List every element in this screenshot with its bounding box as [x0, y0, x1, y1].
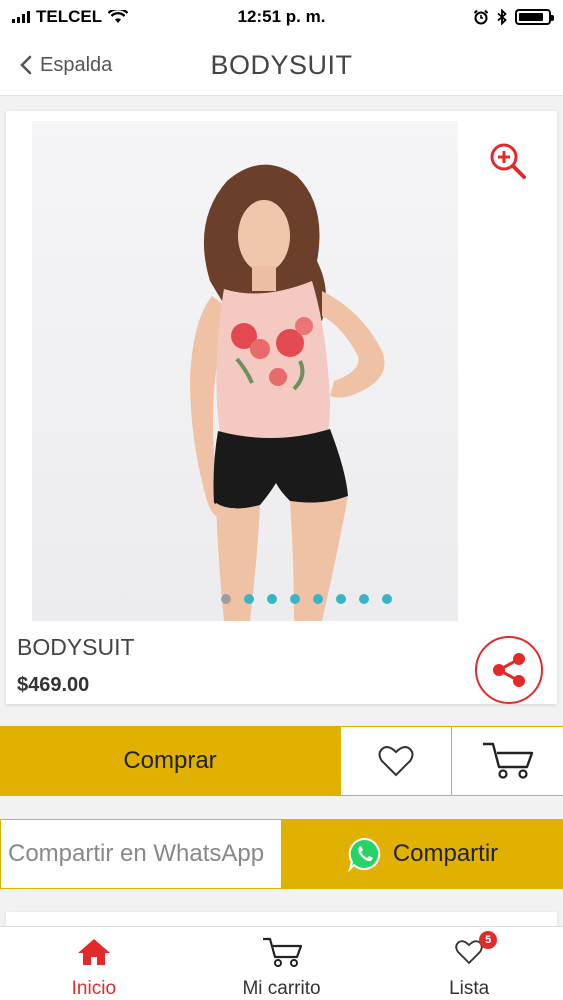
whatsapp-share-button[interactable]: Compartir	[282, 819, 563, 889]
tab-label-lista: Lista	[449, 978, 490, 999]
tab-mi-carrito[interactable]: Mi carrito	[188, 927, 376, 1000]
product-name: BODYSUIT	[17, 634, 135, 660]
product-photo-illustration	[190, 164, 385, 621]
product-price: $469.00	[17, 674, 90, 696]
pagination-dot[interactable]	[336, 594, 346, 604]
pagination-dot[interactable]	[267, 594, 277, 604]
whatsapp-share-field[interactable]: Compartir en WhatsApp	[0, 819, 282, 889]
pagination-dot[interactable]	[382, 594, 392, 604]
back-label: Espalda	[40, 53, 113, 76]
share-button[interactable]	[475, 636, 543, 704]
bottom-tab-bar: Inicio Mi carrito 5 Lista	[0, 926, 563, 1000]
buy-actions: Comprar	[0, 726, 563, 796]
pagination-dot[interactable]	[221, 594, 231, 604]
battery-icon	[515, 9, 554, 25]
whatsapp-share-row: Compartir en WhatsApp Compartir	[0, 819, 563, 889]
add-to-cart-button[interactable]	[451, 727, 563, 795]
cart-icon	[482, 742, 533, 779]
whatsapp-icon	[347, 837, 380, 872]
alarm-icon	[473, 9, 489, 25]
pagination-dot[interactable]	[244, 594, 254, 604]
heart-icon: 5	[455, 931, 498, 968]
nav-bar: BODYSUIT Espalda	[0, 34, 563, 96]
home-icon	[76, 935, 112, 968]
whatsapp-share-label: Compartir	[392, 840, 499, 867]
tab-inicio[interactable]: Inicio	[0, 927, 188, 1000]
pagination-dot[interactable]	[359, 594, 369, 604]
pagination-dot[interactable]	[313, 594, 323, 604]
product-image[interactable]	[32, 121, 458, 621]
tab-label-mi-carrito: Mi carrito	[242, 978, 321, 999]
zoom-in-icon[interactable]	[488, 141, 528, 181]
image-pagination	[6, 594, 557, 604]
wifi-icon	[108, 10, 129, 23]
product-card: BODYSUIT $469.00	[6, 111, 557, 704]
heart-outline-icon	[378, 746, 414, 777]
favorite-button[interactable]	[340, 727, 451, 795]
status-bar: TELCEL 12:51 p. m.	[0, 0, 563, 34]
bluetooth-icon	[497, 9, 507, 25]
signal-icon	[12, 11, 30, 23]
chevron-left-icon	[20, 55, 32, 75]
wishlist-count-badge: 5	[479, 931, 498, 949]
share-icon	[493, 653, 525, 687]
status-left: TELCEL	[12, 7, 129, 27]
buy-button[interactable]: Comprar	[0, 727, 340, 795]
tab-label-inicio: Inicio	[71, 978, 117, 999]
cart-icon	[261, 935, 303, 968]
status-right	[473, 9, 554, 25]
back-button[interactable]: Espalda	[20, 34, 112, 96]
tab-lista[interactable]: 5 Lista	[375, 927, 563, 1000]
pagination-dot[interactable]	[290, 594, 300, 604]
battery-level	[519, 13, 543, 21]
carrier-name: TELCEL	[36, 7, 103, 26]
